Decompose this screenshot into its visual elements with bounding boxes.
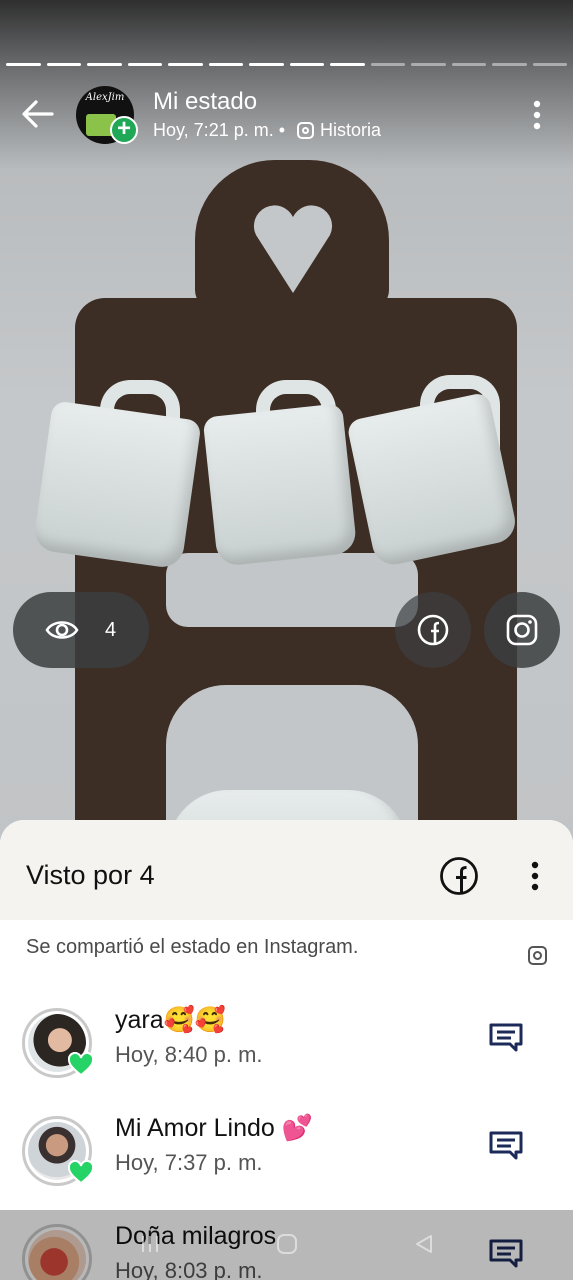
cup [202,403,358,567]
facebook-icon[interactable] [439,856,479,896]
shared-notice-row: Se compartió el estado en Instagram. [0,920,573,982]
sheet-title: Visto por 4 [26,860,155,890]
viewer-time: Hoy, 8:40 p. m. [115,1042,263,1067]
status-shared-to: Historia [320,120,382,140]
heart-cutout-icon [253,205,333,293]
status-title: Mi estado [153,88,258,115]
avatar-logo-text: AlexJim [85,92,125,103]
progress-segment [249,63,284,66]
artwork-slot [166,553,418,627]
heart-icon [68,1160,94,1185]
progress-segment [46,63,81,66]
cup [32,400,202,570]
share-facebook-button[interactable] [395,592,471,668]
message-reply-icon[interactable] [488,1130,524,1160]
viewer-name: Mi Amor Lindo 💕 [115,1114,313,1142]
list-item[interactable]: yara🥰🥰 Hoy, 8:40 p. m. [0,1002,573,1110]
system-nav-bar [0,1210,573,1280]
progress-segment [87,63,122,66]
progress-segment [451,63,486,66]
progress-segment [168,63,203,66]
status-time: Hoy, 7:21 p. m. • [153,120,286,140]
more-vertical-icon[interactable] [523,860,547,892]
home-icon[interactable] [275,1232,299,1256]
progress-segment [492,63,527,66]
progress-segment [208,63,243,66]
back-nav-icon[interactable] [412,1232,436,1256]
progress-segment [289,63,324,66]
recents-icon[interactable] [138,1232,162,1256]
sheet-header: Visto por 4 [0,820,573,920]
list-item[interactable]: Mi Amor Lindo 💕 Hoy, 7:37 p. m. [0,1110,573,1218]
progress-segment [127,63,162,66]
add-status-icon[interactable]: + [110,116,138,144]
status-subtitle: Hoy, 7:21 p. m. • Historia [153,120,381,141]
progress-segment [411,63,446,66]
shared-notice-text: Se compartió el estado en Instagram. [26,936,359,958]
progress-segment [6,63,41,66]
share-instagram-button[interactable] [484,592,560,668]
eye-icon [45,621,79,639]
cup [345,391,520,569]
more-vertical-icon[interactable] [525,98,549,132]
instagram-icon [528,946,547,965]
status-header: AlexJim + Mi estado Hoy, 7:21 p. m. • Hi… [0,80,573,150]
views-count: 4 [105,618,117,641]
instagram-icon [506,614,538,646]
facebook-icon [417,614,449,646]
status-progress-bar [6,63,567,67]
arrow-left-icon[interactable] [18,94,58,134]
heart-icon [68,1052,94,1077]
instagram-icon [297,122,315,139]
viewer-time: Hoy, 7:37 p. m. [115,1150,263,1175]
viewer-name: yara🥰🥰 [115,1006,226,1034]
views-button[interactable]: 4 [13,592,149,668]
progress-segment [532,63,567,66]
progress-segment [370,63,405,66]
message-reply-icon[interactable] [488,1022,524,1052]
progress-segment [330,63,365,66]
